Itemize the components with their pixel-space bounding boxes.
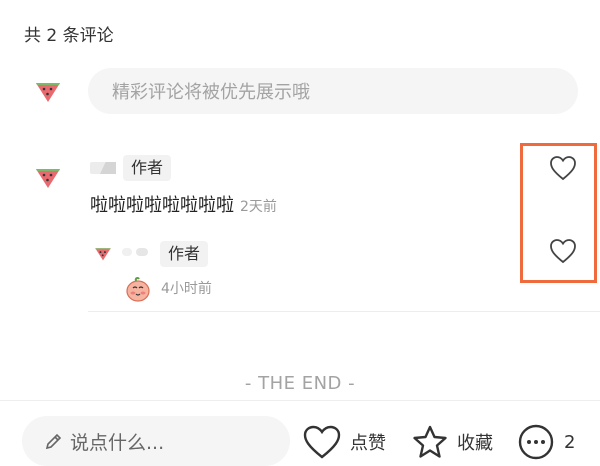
comment-author-name-redacted[interactable] [90,160,116,174]
author-badge: 作者 [160,241,209,267]
reply-author-name-redacted[interactable] [122,246,152,258]
watermelon-avatar-icon[interactable] [94,246,112,262]
the-end-marker: - THE END - [244,373,356,394]
bottom-bar-border [0,400,600,401]
heart-icon [303,425,341,459]
pencil-icon [45,433,62,450]
reply-time: 4小时前 [161,281,212,297]
divider [88,311,600,312]
comment-time: 2天前 [240,199,277,215]
like-button[interactable]: 点赞 [302,424,386,460]
comment-bubble-icon [518,424,554,460]
star-icon [413,425,447,458]
heart-icon[interactable] [549,238,577,264]
comment-input[interactable]: 精彩评论将被优先展示哦 [88,68,578,114]
heart-icon[interactable] [549,155,577,181]
comment-button[interactable]: 2 [516,424,575,460]
comment-count-label: 2 [564,431,576,453]
bottom-comment-input[interactable]: 说点什么... [22,416,290,466]
bottom-input-placeholder: 说点什么... [70,431,165,454]
comment-input-placeholder: 精彩评论将被优先展示哦 [112,82,310,103]
comment-text: 啦啦啦啦啦啦啦啦 [90,195,234,216]
collect-button[interactable]: 收藏 [411,424,493,460]
peach-emoji-icon [126,276,150,302]
watermelon-avatar-icon[interactable] [34,166,62,190]
collect-label: 收藏 [457,433,493,454]
watermelon-avatar-icon[interactable] [34,80,62,104]
comment-count: 共 2 条评论 [24,26,114,46]
author-badge: 作者 [123,155,172,181]
comment-text-block[interactable]: 啦啦啦啦啦啦啦啦 2天前 [90,193,277,220]
like-label: 点赞 [350,433,386,454]
